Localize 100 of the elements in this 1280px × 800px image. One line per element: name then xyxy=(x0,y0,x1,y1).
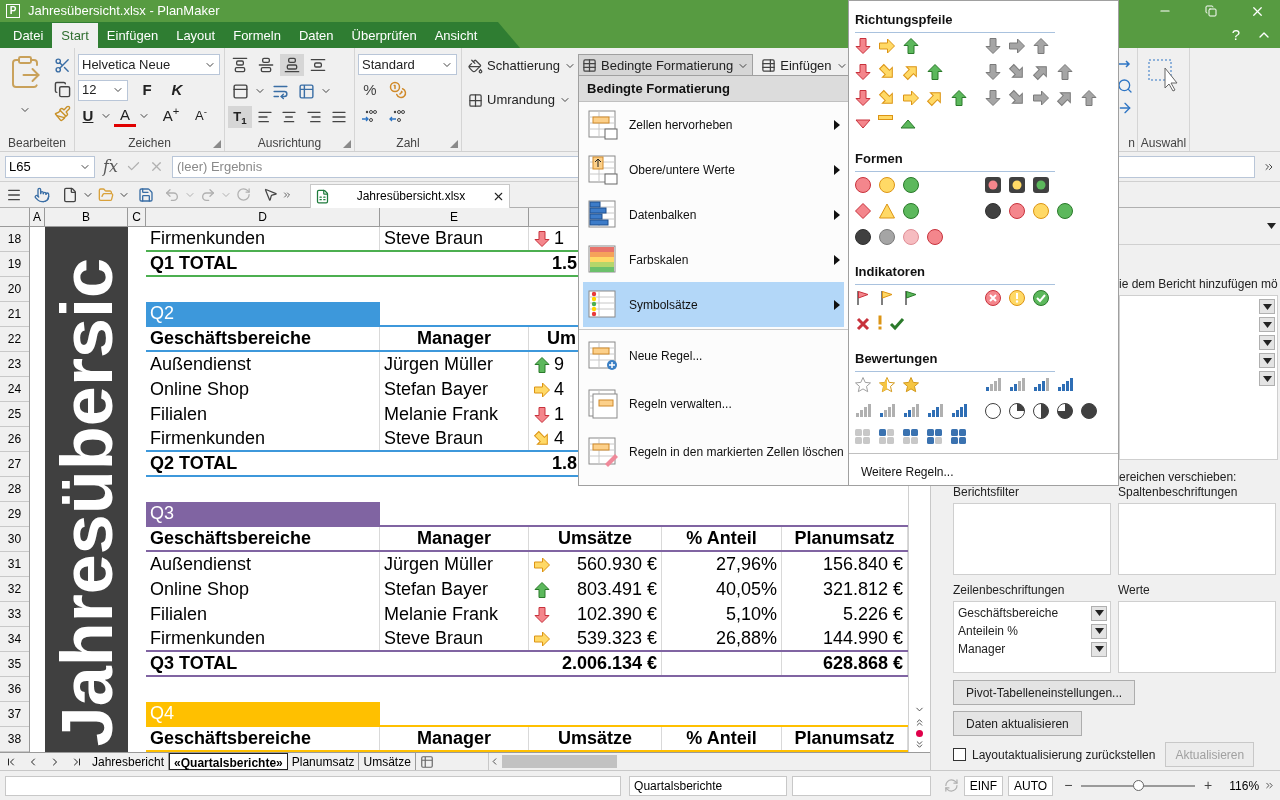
menu-item[interactable]: Symbolsätze xyxy=(583,282,844,327)
column-heading: Planumsatz xyxy=(794,527,895,550)
section-label: Q2 xyxy=(150,302,174,325)
menu-item[interactable]: Farbskalen xyxy=(583,237,844,282)
table-cell-text: Firmenkunden xyxy=(150,227,266,250)
function-button[interactable]: fx xyxy=(103,154,118,179)
rotate-text-button[interactable]: T$_{1}$ xyxy=(228,106,252,128)
row-header[interactable]: 38 xyxy=(7,730,22,748)
table-cell-text: Steve Braun xyxy=(384,427,484,450)
row-header[interactable]: 28 xyxy=(7,480,22,498)
section-title: Richtungspfeile xyxy=(855,12,953,27)
row-header[interactable]: 30 xyxy=(7,530,22,548)
ribbon-tab[interactable]: Daten xyxy=(289,23,343,48)
section-title: Bewertungen xyxy=(855,351,938,366)
pivot-settings-button[interactable]: Pivot-Tabelleneinstellungen... xyxy=(953,680,1136,705)
row-header[interactable]: 24 xyxy=(7,380,22,398)
table-cell-text: 144.990 € xyxy=(822,627,903,650)
row-header[interactable]: 25 xyxy=(7,405,22,423)
group-label: n xyxy=(1128,135,1135,152)
ribbon-tab[interactable]: Layout xyxy=(167,23,225,48)
menu-item[interactable]: Regeln in den markierten Zellen löschen xyxy=(583,428,844,476)
field-item[interactable]: Manager xyxy=(958,640,1006,658)
row-header[interactable]: 18 xyxy=(7,230,22,248)
ribbon-tab[interactable]: Überprüfen xyxy=(342,23,426,48)
row-header[interactable]: 36 xyxy=(7,680,22,698)
table-cell-text: 5.226 € xyxy=(842,603,903,626)
row-header[interactable]: 31 xyxy=(7,555,22,573)
format-menu-button[interactable]: Umrandung xyxy=(466,89,578,111)
ribbon-tab[interactable]: Start xyxy=(52,23,98,48)
column-heading: Manager xyxy=(417,727,491,750)
font-size-field[interactable]: 12 xyxy=(78,79,128,101)
format-menu-button[interactable]: Bedingte Formatierung xyxy=(578,54,754,77)
table-cell-text: 1 xyxy=(554,227,564,250)
ribbon-tab[interactable]: Datei xyxy=(4,23,53,48)
column-header[interactable]: B xyxy=(82,208,90,226)
column-header[interactable]: C xyxy=(132,208,141,226)
column-header[interactable]: A xyxy=(33,208,41,226)
document-tab[interactable]: Jahresübersicht.xlsx xyxy=(310,183,510,208)
underline-button[interactable]: U xyxy=(78,105,98,127)
grow-font-button[interactable]: A$^{+}$ xyxy=(160,105,182,127)
field-item[interactable]: Anteilein % xyxy=(958,622,1019,640)
group-label: Bearbeiten xyxy=(7,135,66,152)
zoom-in-button[interactable]: + xyxy=(1204,775,1213,796)
menu-item[interactable]: Datenbalken xyxy=(583,192,844,237)
refresh-data-button[interactable]: Daten aktualisieren xyxy=(953,711,1082,736)
percent-button[interactable]: % xyxy=(358,79,382,101)
section-label: Q3 xyxy=(150,502,174,525)
table-cell-text: Stefan Bayer xyxy=(384,378,489,401)
table-cell-text: Q3 TOTAL xyxy=(150,652,238,675)
row-header[interactable]: 23 xyxy=(7,355,22,373)
table-cell-text: Jürgen Müller xyxy=(384,553,494,576)
row-header[interactable]: 20 xyxy=(7,280,22,298)
table-cell-text: 321.812 € xyxy=(822,578,903,601)
bold-button[interactable]: F xyxy=(136,79,158,101)
row-header[interactable]: 26 xyxy=(7,430,22,448)
ribbon-tab[interactable]: Ansicht xyxy=(425,23,487,48)
row-header[interactable]: 37 xyxy=(7,705,22,723)
zoom-level[interactable]: 116% xyxy=(1229,776,1260,795)
table-cell-text: 628.868 € xyxy=(822,652,903,675)
italic-button[interactable]: K xyxy=(166,79,188,101)
table-cell-text: Filialen xyxy=(150,403,208,426)
row-header[interactable]: 35 xyxy=(7,655,22,673)
menu-item[interactable]: Regeln verwalten... xyxy=(583,380,844,428)
field-item[interactable]: Geschäftsbereiche xyxy=(958,604,1059,622)
table-cell-text: 1 xyxy=(554,403,564,426)
table-cell-text: Jürgen Müller xyxy=(384,353,494,376)
column-heading: Manager xyxy=(417,327,491,350)
column-header[interactable]: E xyxy=(450,208,458,226)
more-rules-link[interactable]: Weitere Regeln... xyxy=(861,462,954,481)
sheet-tab[interactable]: «Quartalsberichte» xyxy=(169,753,288,770)
menu-item[interactable]: Neue Regel... xyxy=(583,332,844,380)
insert-mode-field[interactable]: EINF xyxy=(963,775,1004,796)
group-label: Auswahl xyxy=(1140,135,1187,152)
column-heading: Geschäftsbereiche xyxy=(150,527,312,550)
row-header[interactable]: 21 xyxy=(7,305,22,323)
drop-area[interactable]: Geschäftsbereiche Anteilein % Manager xyxy=(953,601,1111,673)
row-header[interactable]: 29 xyxy=(7,505,22,523)
table-cell-text: 156.840 € xyxy=(822,553,903,576)
table-cell-text: Q1 TOTAL xyxy=(150,252,238,275)
zoom-out-button[interactable]: − xyxy=(1064,775,1073,796)
column-header[interactable]: D xyxy=(258,208,267,226)
row-header[interactable]: 19 xyxy=(7,255,22,273)
font-color-button[interactable]: A xyxy=(114,105,136,127)
format-menu-button[interactable]: Einfügen xyxy=(757,54,852,77)
font-field[interactable]: Helvetica Neue xyxy=(78,54,220,75)
menu-item[interactable]: Zellen hervorheben xyxy=(583,102,844,147)
format-menu-button[interactable]: Schattierung xyxy=(466,55,578,77)
ribbon-tab[interactable]: Einfügen xyxy=(97,23,168,48)
ribbon-tab[interactable]: Formeln xyxy=(224,23,290,48)
row-header[interactable]: 33 xyxy=(7,605,22,623)
cell-reference-field[interactable]: L65 xyxy=(5,155,95,178)
calc-mode-field[interactable]: AUTO xyxy=(1008,775,1054,796)
row-header[interactable]: 32 xyxy=(7,580,22,598)
table-cell-text: Melanie Frank xyxy=(384,403,499,426)
row-header[interactable]: 34 xyxy=(7,630,22,648)
checkbox-label: Layoutaktualisierung zurückstellen xyxy=(972,746,1156,764)
number-format-field[interactable]: Standard xyxy=(358,54,457,75)
shrink-font-button[interactable]: A$^{-}$ xyxy=(190,105,212,127)
row-header[interactable]: 22 xyxy=(7,330,22,348)
row-header[interactable]: 27 xyxy=(7,455,22,473)
